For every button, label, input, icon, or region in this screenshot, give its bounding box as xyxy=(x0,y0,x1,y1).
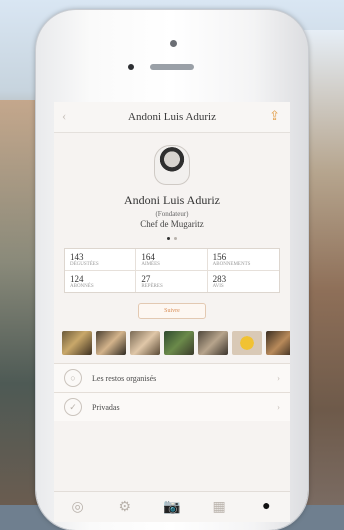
profile-header: Andoni Luis Aduriz (Fondateur) Chef de M… xyxy=(54,133,290,240)
share-icon[interactable]: ⇪ xyxy=(269,108,280,124)
stat-label: Avis xyxy=(212,284,224,289)
list-item[interactable]: ○ Les restos organisés › xyxy=(54,363,290,392)
tab-profile-icon[interactable]: ● xyxy=(255,496,277,518)
dish-photo[interactable] xyxy=(266,331,290,355)
dish-photo[interactable] xyxy=(164,331,194,355)
stat-value: 164 xyxy=(141,252,155,262)
phone-frame: ‹ Andoni Luis Aduriz ⇪ Andoni Luis Aduri… xyxy=(36,10,308,530)
list-item-label: Les restos organisés xyxy=(92,373,157,383)
stat-value: 27 xyxy=(141,274,151,284)
page-dot xyxy=(174,237,177,240)
follow-button[interactable]: Suivre xyxy=(138,303,206,319)
sensor-dot xyxy=(128,64,134,70)
chevron-right-icon: › xyxy=(277,402,280,412)
nav-title: Andoni Luis Aduriz xyxy=(128,111,216,123)
tab-bar: ◎ ⚙ 📷 ▦ ● xyxy=(54,491,290,522)
stat-cell[interactable]: 283 Avis xyxy=(208,271,279,292)
tab-home-icon[interactable]: ◎ xyxy=(67,496,89,518)
chevron-right-icon: › xyxy=(277,373,280,383)
list-item-label: Privadas xyxy=(92,402,120,412)
stat-cell[interactable]: 156 Abonnements xyxy=(207,249,279,271)
stat-label: Repères xyxy=(141,284,163,289)
stat-value: 124 xyxy=(70,274,84,284)
dish-photo[interactable] xyxy=(198,331,228,355)
list-item[interactable]: ✓ Privadas › xyxy=(54,392,290,421)
stat-label: Abonnés xyxy=(70,284,94,289)
list-item-icon: ○ xyxy=(64,369,82,387)
profile-list: ○ Les restos organisés › ✓ Privadas › xyxy=(54,363,290,421)
stat-label: Abonnements xyxy=(212,262,251,267)
check-icon: ✓ xyxy=(64,398,82,416)
dish-photo[interactable] xyxy=(232,331,262,355)
dish-photo[interactable] xyxy=(130,331,160,355)
page-dot-active xyxy=(167,237,170,240)
app-screen: ‹ Andoni Luis Aduriz ⇪ Andoni Luis Aduri… xyxy=(54,102,290,522)
background-right xyxy=(304,30,344,505)
profile-name: Andoni Luis Aduriz xyxy=(124,193,220,207)
navigation-bar: ‹ Andoni Luis Aduriz ⇪ xyxy=(54,102,290,133)
profile-title: Chef de Mugaritz xyxy=(140,219,204,229)
dish-photo[interactable] xyxy=(96,331,126,355)
stat-cell[interactable]: 164 Aimées xyxy=(136,249,208,271)
photo-strip xyxy=(54,331,290,355)
tab-camera-icon[interactable]: 📷 xyxy=(161,496,183,518)
stat-cell[interactable]: 124 Abonnés xyxy=(65,271,137,292)
avatar xyxy=(154,145,190,185)
front-camera xyxy=(170,40,177,47)
stat-cell[interactable]: 27 Repères xyxy=(136,271,208,292)
stat-value: 156 xyxy=(212,252,227,262)
stat-label: Dégustées xyxy=(70,262,99,267)
stat-label: Aimées xyxy=(141,262,160,267)
back-chevron-icon[interactable]: ‹ xyxy=(62,108,66,124)
dish-photo[interactable] xyxy=(62,331,92,355)
profile-role: (Fondateur) xyxy=(155,210,189,218)
page-indicator xyxy=(54,237,290,240)
stat-value: 283 xyxy=(212,274,227,284)
tab-explore-icon[interactable]: ⚙ xyxy=(114,496,136,518)
stat-value: 143 xyxy=(70,252,84,262)
tab-list-icon[interactable]: ▦ xyxy=(208,496,230,518)
speaker-grill xyxy=(150,64,194,70)
stat-cell[interactable]: 143 Dégustées xyxy=(65,249,137,271)
stats-grid: 143 Dégustées 164 Aimées 156 Abonnements… xyxy=(64,248,280,293)
